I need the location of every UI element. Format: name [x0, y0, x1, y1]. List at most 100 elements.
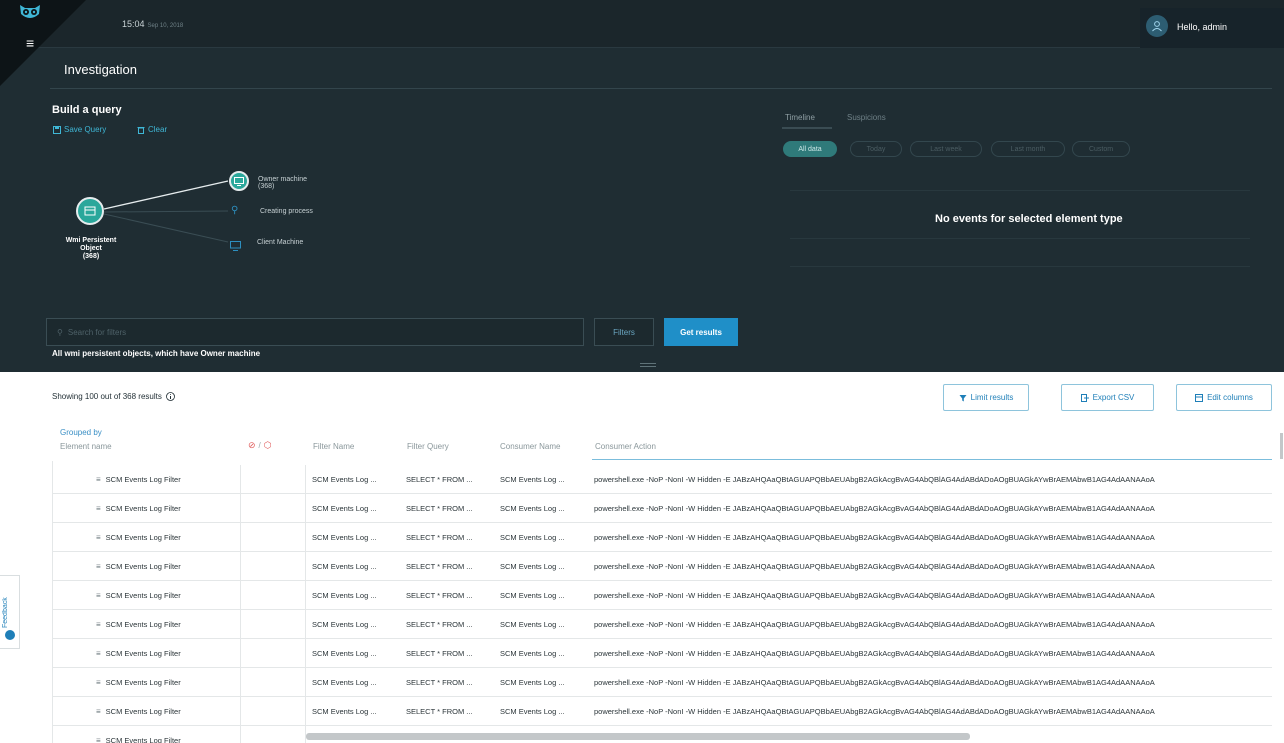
cell-suspicions	[240, 465, 306, 494]
clear-button[interactable]: Clear	[137, 125, 167, 134]
active-tab-indicator	[782, 127, 832, 129]
table-row[interactable]: ≡ SCM Events Log Filter SCM Events Log ...…	[52, 639, 1272, 668]
owl-logo-icon[interactable]	[18, 3, 42, 21]
root-node-count: (368)	[82, 253, 100, 260]
filters-button[interactable]: Filters	[594, 318, 654, 346]
edit-columns-label: Edit columns	[1207, 393, 1253, 402]
cell-consumer-action: powershell.exe -NoP -NonI -W Hidden -E J…	[594, 706, 1155, 716]
branch-label-creating-process[interactable]: Creating process	[260, 208, 313, 215]
cell-consumer-name: SCM Events Log ...	[500, 532, 565, 542]
tab-suspicions[interactable]: Suspicions	[847, 113, 886, 122]
user-menu[interactable]: Hello, admin	[1140, 8, 1284, 48]
cell-element-name[interactable]: ≡ SCM Events Log Filter	[52, 465, 240, 493]
save-icon	[53, 125, 61, 134]
table-row[interactable]: ≡ SCM Events Log Filter SCM Events Log ...…	[52, 668, 1272, 697]
wmi-filter-icon: ≡	[96, 735, 101, 743]
cell-element-name[interactable]: ≡ SCM Events Log Filter	[52, 726, 240, 743]
cell-suspicions	[240, 494, 306, 523]
cell-consumer-name: SCM Events Log ...	[500, 706, 565, 716]
table-row[interactable]: ≡ SCM Events Log Filter SCM Events Log ...…	[52, 610, 1272, 639]
range-all-data[interactable]: All data	[783, 141, 837, 157]
filter-search-input[interactable]	[67, 327, 573, 337]
branch-node-owner-machine[interactable]	[229, 171, 249, 191]
wmi-filter-icon: ≡	[96, 619, 101, 629]
range-last-month[interactable]: Last month	[991, 141, 1065, 157]
cell-suspicions	[240, 639, 306, 668]
cell-filter-name: SCM Events Log ...	[312, 503, 377, 513]
save-query-button[interactable]: Save Query	[53, 125, 106, 134]
icon-separator: /	[258, 441, 261, 450]
cell-suspicions	[240, 610, 306, 639]
root-node[interactable]	[76, 197, 104, 225]
column-header-filter-query[interactable]: Filter Query	[407, 442, 449, 451]
cell-filter-query: SELECT * FROM ...	[406, 619, 473, 629]
range-today[interactable]: Today	[850, 141, 902, 157]
column-header-element-name[interactable]: Element name	[60, 442, 112, 451]
cell-consumer-name: SCM Events Log ...	[500, 561, 565, 571]
cell-element-name[interactable]: ≡ SCM Events Log Filter	[52, 523, 240, 551]
edit-columns-button[interactable]: Edit columns	[1176, 384, 1272, 411]
client-machine-monitor-icon[interactable]	[230, 238, 241, 256]
cell-filter-name: SCM Events Log ...	[312, 648, 377, 658]
grouped-by-link[interactable]: Grouped by	[60, 428, 102, 437]
cell-filter-query: SELECT * FROM ...	[406, 474, 473, 484]
malop-icon[interactable]: ⊘	[248, 440, 256, 451]
get-results-button[interactable]: Get results	[664, 318, 738, 346]
tab-timeline[interactable]: Timeline	[785, 113, 815, 122]
column-header-consumer-name[interactable]: Consumer Name	[500, 442, 560, 451]
save-query-label: Save Query	[64, 125, 107, 134]
cell-element-name[interactable]: ≡ SCM Events Log Filter	[52, 494, 240, 522]
feedback-icon	[5, 630, 15, 640]
element-name-text: SCM Events Log Filter	[105, 532, 181, 542]
cell-element-name[interactable]: ≡ SCM Events Log Filter	[52, 581, 240, 609]
table-row[interactable]: ≡ SCM Events Log Filter SCM Events Log ...…	[52, 494, 1272, 523]
table-row[interactable]: ≡ SCM Events Log Filter SCM Events Log ...…	[52, 523, 1272, 552]
cell-filter-name: SCM Events Log ...	[312, 590, 377, 600]
user-avatar-icon	[1146, 15, 1168, 37]
horizontal-scrollbar[interactable]	[306, 733, 970, 740]
results-table: ≡ SCM Events Log Filter SCM Events Log ...…	[52, 465, 1272, 743]
element-name-text: SCM Events Log Filter	[105, 561, 181, 571]
table-row[interactable]: ≡ SCM Events Log Filter SCM Events Log ...…	[52, 581, 1272, 610]
cell-consumer-name: SCM Events Log ...	[500, 677, 565, 687]
panel-resize-handle[interactable]	[640, 363, 656, 367]
export-csv-button[interactable]: Export CSV	[1061, 384, 1154, 411]
cell-element-name[interactable]: ≡ SCM Events Log Filter	[52, 697, 240, 725]
range-last-week[interactable]: Last week	[910, 141, 982, 157]
filter-search-box[interactable]: ⚲	[46, 318, 584, 346]
feedback-tab[interactable]: Feedback	[0, 575, 20, 649]
table-row[interactable]: ≡ SCM Events Log Filter SCM Events Log ...…	[52, 465, 1272, 494]
info-icon[interactable]	[165, 392, 175, 401]
cell-suspicions	[240, 523, 306, 552]
cell-element-name[interactable]: ≡ SCM Events Log Filter	[52, 610, 240, 638]
vertical-scrollbar[interactable]	[1280, 433, 1283, 459]
cell-consumer-name: SCM Events Log ...	[500, 503, 565, 513]
cell-suspicions	[240, 697, 306, 726]
branch-label-owner-machine[interactable]: Owner machine (368)	[258, 176, 307, 190]
limit-results-label: Limit results	[970, 393, 1014, 402]
range-custom[interactable]: Custom	[1072, 141, 1130, 157]
element-name-text: SCM Events Log Filter	[105, 590, 181, 600]
results-count-text: Showing 100 out of 368 results	[52, 392, 162, 401]
user-greeting: Hello, admin	[1177, 22, 1228, 32]
cell-element-name[interactable]: ≡ SCM Events Log Filter	[52, 668, 240, 696]
table-row[interactable]: ≡ SCM Events Log Filter SCM Events Log ...…	[52, 697, 1272, 726]
process-icon[interactable]: ⚲	[231, 205, 238, 216]
search-icon: ⚲	[57, 327, 63, 337]
cell-element-name[interactable]: ≡ SCM Events Log Filter	[52, 552, 240, 580]
table-row[interactable]: ≡ SCM Events Log Filter SCM Events Log ...…	[52, 552, 1272, 581]
cell-filter-name: SCM Events Log ...	[312, 561, 377, 571]
wmi-filter-icon: ≡	[96, 474, 101, 484]
clock-time: 15:04	[122, 19, 145, 29]
cell-filter-query: SELECT * FROM ...	[406, 503, 473, 513]
suspicion-filter-icons[interactable]: ⊘ / ⬡	[248, 440, 272, 451]
element-name-text: SCM Events Log Filter	[105, 503, 181, 513]
page-title: Investigation	[64, 62, 137, 77]
cell-element-name[interactable]: ≡ SCM Events Log Filter	[52, 639, 240, 667]
suspicion-icon[interactable]: ⬡	[264, 440, 272, 451]
branch-label-client-machine[interactable]: Client Machine	[257, 239, 303, 246]
column-header-filter-name[interactable]: Filter Name	[313, 442, 354, 451]
column-header-consumer-action[interactable]: Consumer Action	[595, 442, 656, 451]
limit-results-button[interactable]: Limit results	[943, 384, 1029, 411]
hamburger-menu-icon[interactable]: ≡	[26, 36, 34, 50]
